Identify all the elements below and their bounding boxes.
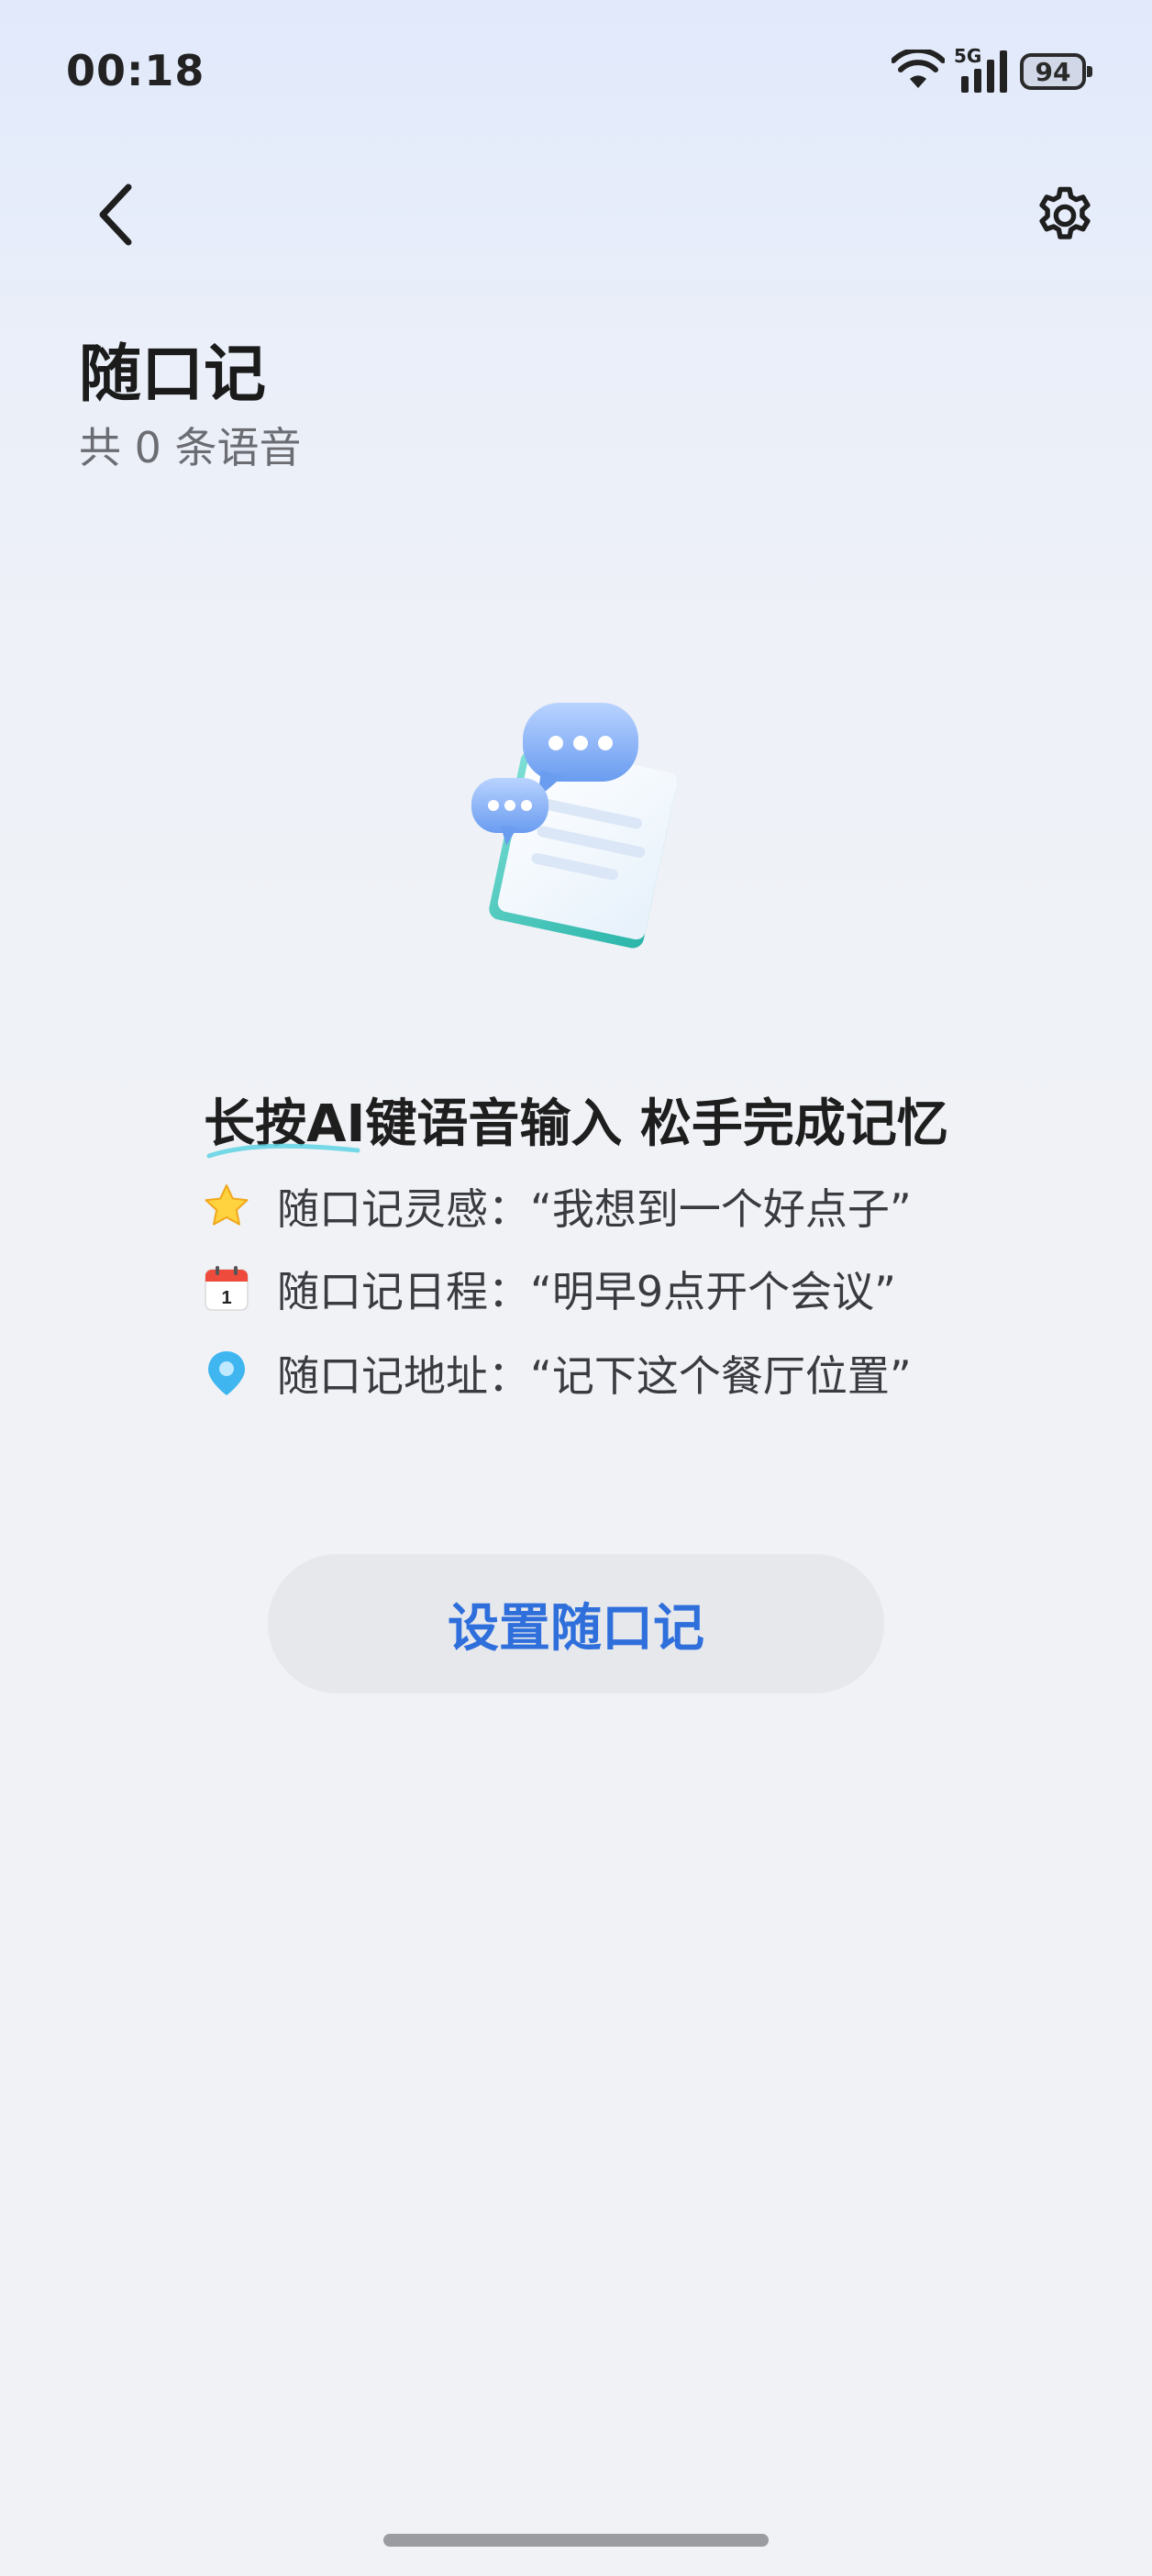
battery-icon: 94 bbox=[1020, 53, 1092, 90]
voice-count: 共 0 条语音 bbox=[79, 423, 302, 472]
hint-schedule: 1 随口记日程：“明早9点开个会议” bbox=[202, 1257, 896, 1321]
hint-location: 随口记地址：“记下这个餐厅位置” bbox=[202, 1341, 912, 1405]
hint-text: 随口记日程：“明早9点开个会议” bbox=[277, 1267, 896, 1316]
home-indicator[interactable] bbox=[383, 2534, 769, 2547]
battery-level: 94 bbox=[1035, 56, 1071, 87]
calendar-day: 1 bbox=[221, 1288, 231, 1308]
setup-button[interactable]: 设置随口记 bbox=[268, 1554, 884, 1693]
empty-state-headline: 长按AI键语音输入 松手完成记忆 bbox=[0, 1083, 1152, 1159]
status-time: 00:18 bbox=[66, 46, 205, 95]
location-pin-icon bbox=[202, 1349, 251, 1398]
hint-inspiration: 随口记灵感：“我想到一个好点子” bbox=[202, 1174, 912, 1238]
wifi-icon bbox=[891, 47, 946, 94]
voice-notes-illustration bbox=[464, 697, 688, 954]
status-icons: 5G 94 bbox=[891, 45, 1092, 95]
back-button[interactable] bbox=[83, 174, 149, 255]
calendar-icon: 1 bbox=[202, 1264, 251, 1314]
star-icon bbox=[202, 1182, 251, 1231]
page-title: 随口记 bbox=[79, 339, 267, 411]
underline-swoosh bbox=[206, 1143, 360, 1159]
gear-icon bbox=[1039, 186, 1091, 239]
settings-button[interactable] bbox=[1024, 174, 1106, 257]
hint-text: 随口记地址：“记下这个餐厅位置” bbox=[277, 1351, 912, 1401]
hint-text: 随口记灵感：“我想到一个好点子” bbox=[277, 1184, 912, 1234]
signal-icon: 5G bbox=[954, 45, 1011, 94]
chevron-left-icon bbox=[99, 183, 132, 246]
